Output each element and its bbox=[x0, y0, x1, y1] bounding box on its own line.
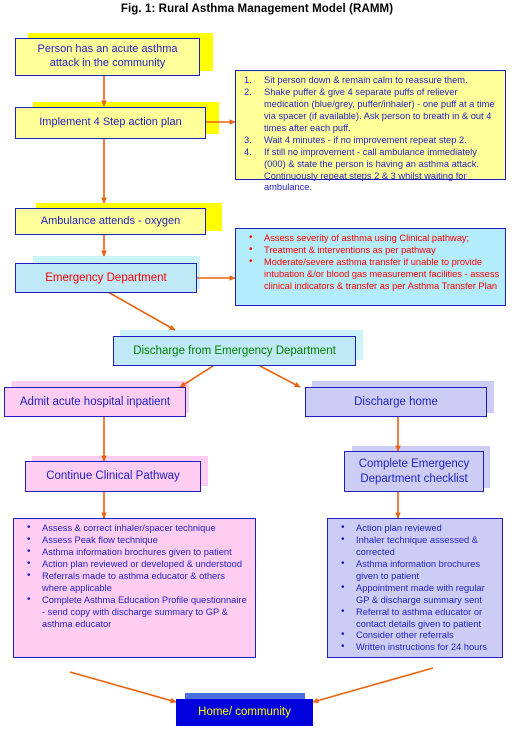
ed-actions-list: Assess severity of asthma using Clinical… bbox=[240, 232, 500, 293]
inpatient-action-item: Asthma information brochures given to pa… bbox=[18, 546, 250, 559]
action-plan-item-number: 1. bbox=[244, 75, 252, 85]
node-discharge-home[interactable]: Discharge home bbox=[305, 387, 487, 417]
node-home-community[interactable]: Home/ community bbox=[176, 699, 313, 726]
inpatient-action-item: Action plan reviewed or developed & unde… bbox=[18, 558, 250, 571]
discharge-action-item: Action plan reviewed bbox=[332, 522, 497, 535]
ed-action-item: Assess severity of asthma using Clinical… bbox=[240, 232, 500, 245]
node-continue-clinical-pathway[interactable]: Continue Clinical Pathway bbox=[25, 461, 201, 492]
action-plan-item-text: Sit person down & remain calm to reassur… bbox=[264, 75, 468, 85]
panel-ed-actions: Assess severity of asthma using Clinical… bbox=[235, 228, 506, 306]
discharge-action-item: Referral to asthma educator or contact d… bbox=[332, 606, 497, 631]
action-plan-item: 2. Shake puffer & give 4 separate puffs o… bbox=[240, 87, 500, 135]
action-plan-item: 3. Wait 4 minutes - if no improvement rep… bbox=[240, 135, 500, 147]
flowchart-canvas: Fig. 1: Rural Asthma Management Model (R… bbox=[0, 0, 514, 732]
ed-action-item: Moderate/severe asthma transfer if unabl… bbox=[240, 256, 500, 293]
inpatient-actions-list: Assess & correct inhaler/spacer techniqu… bbox=[18, 522, 250, 631]
inpatient-action-item: Assess Peak flow technique bbox=[18, 534, 250, 547]
panel-inpatient-actions: Assess & correct inhaler/spacer techniqu… bbox=[13, 518, 256, 658]
action-plan-list: 1. Sit person down & remain calm to reass… bbox=[240, 75, 500, 194]
panel-action-plan-steps: 1. Sit person down & remain calm to reass… bbox=[235, 70, 506, 192]
action-plan-item-number: 4. bbox=[244, 146, 252, 157]
discharge-action-item: Written instructions for 24 hours bbox=[332, 641, 497, 654]
inpatient-action-item: Referrals made to asthma educator & othe… bbox=[18, 570, 250, 595]
node-implement-4-step-action-plan[interactable]: Implement 4 Step action plan bbox=[15, 107, 206, 139]
panel-discharge-actions: Action plan reviewed Inhaler technique a… bbox=[327, 518, 503, 658]
node-ambulance-attends-oxygen[interactable]: Ambulance attends - oxygen bbox=[15, 208, 206, 235]
action-plan-item-number: 3. bbox=[244, 134, 252, 145]
action-plan-item-text: Wait 4 minutes - if no improvement repea… bbox=[264, 134, 467, 145]
inpatient-action-item: Assess & correct inhaler/spacer techniqu… bbox=[18, 522, 250, 535]
discharge-action-item: Appointment made with regular GP & disch… bbox=[332, 582, 497, 607]
node-admit-acute-hospital-inpatient[interactable]: Admit acute hospital inpatient bbox=[4, 387, 186, 417]
ed-action-item: Treatment & interventions as per pathway bbox=[240, 244, 500, 257]
node-emergency-department[interactable]: Emergency Department bbox=[15, 263, 197, 293]
discharge-action-item: Inhaler technique assessed & corrected bbox=[332, 534, 497, 559]
action-plan-item-text: If still no improvement - call ambulance… bbox=[264, 146, 479, 193]
discharge-actions-list: Action plan reviewed Inhaler technique a… bbox=[332, 522, 497, 654]
node-discharge-from-emergency-department[interactable]: Discharge from Emergency Department bbox=[113, 336, 356, 366]
discharge-action-item: Asthma information brochures given to pa… bbox=[332, 558, 497, 583]
action-plan-item-text: Shake puffer & give 4 separate puffs of … bbox=[264, 86, 495, 133]
node-complete-ed-checklist[interactable]: Complete Emergency Department checklist bbox=[344, 451, 484, 492]
inpatient-action-item: Complete Asthma Education Profile questi… bbox=[18, 594, 250, 631]
action-plan-item: 1. Sit person down & remain calm to reass… bbox=[240, 75, 500, 87]
node-acute-asthma-attack[interactable]: Person has an acute asthma attack in the… bbox=[15, 38, 200, 76]
discharge-action-item: Consider other referrals bbox=[332, 629, 497, 642]
action-plan-item: 4. If still no improvement - call ambulan… bbox=[240, 147, 500, 195]
action-plan-item-number: 2. bbox=[244, 86, 252, 97]
